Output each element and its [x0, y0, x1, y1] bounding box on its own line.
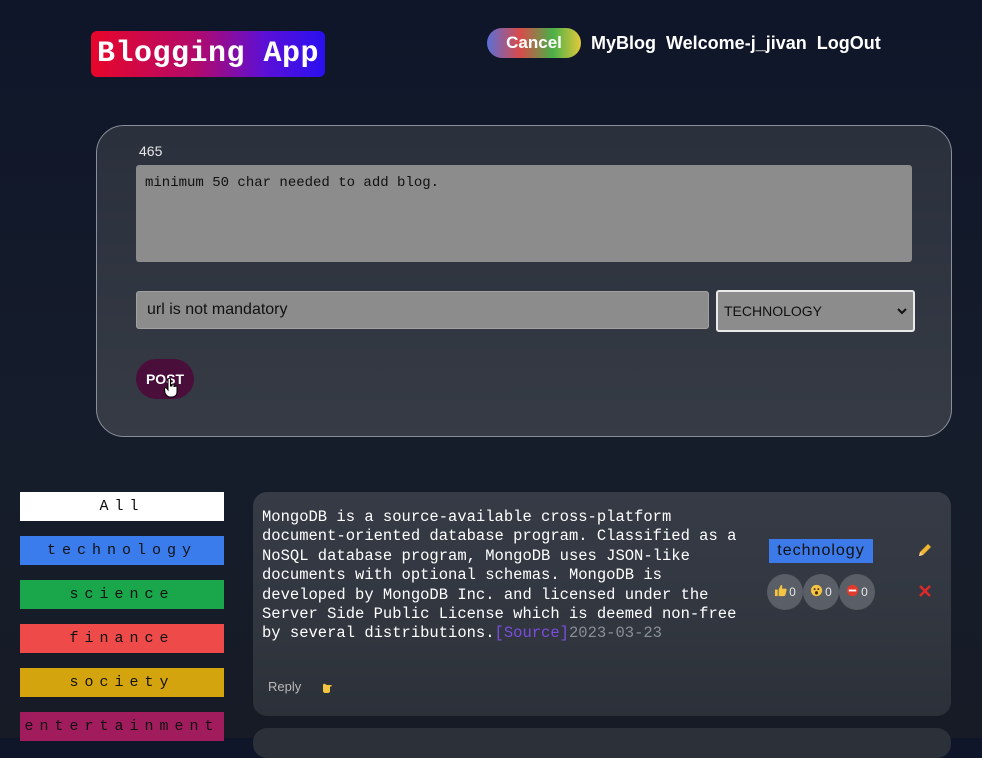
- welcome-user-label: Welcome-j_jivan: [666, 32, 807, 53]
- reaction-astonished-count: 0: [825, 585, 832, 599]
- blog-textarea[interactable]: minimum 50 char needed to add blog.: [136, 165, 912, 262]
- thumbs-up-icon: [774, 584, 787, 600]
- blog-body: MongoDB is a source-available cross-plat…: [262, 508, 742, 644]
- hand-cursor-icon: [163, 377, 178, 403]
- myblog-link[interactable]: MyBlog: [591, 33, 656, 54]
- filter-all[interactable]: All: [20, 492, 224, 521]
- reply-button[interactable]: Reply: [268, 679, 301, 694]
- filter-society[interactable]: society: [20, 668, 224, 697]
- reaction-like[interactable]: 0: [767, 574, 803, 610]
- tag-badge: technology: [769, 539, 873, 563]
- chevron-down-icon: [897, 304, 907, 318]
- blog-text: MongoDB is a source-available cross-plat…: [262, 508, 737, 643]
- reaction-astonished[interactable]: 0: [803, 574, 839, 610]
- source-link[interactable]: [Source]: [495, 624, 569, 642]
- no-entry-icon: [846, 584, 859, 600]
- category-select[interactable]: TECHNOLOGY: [716, 290, 915, 332]
- logout-link[interactable]: LogOut: [817, 33, 881, 54]
- pencil-icon[interactable]: [917, 542, 933, 563]
- top-nav: Cancel MyBlog Welcome-j_jivan LogOut: [487, 28, 891, 58]
- url-input[interactable]: url is not mandatory: [136, 291, 709, 329]
- reaction-no-entry-count: 0: [861, 585, 868, 599]
- category-filters: All technology science finance society e…: [20, 492, 224, 756]
- category-select-value: TECHNOLOGY: [724, 303, 823, 319]
- reaction-like-count: 0: [789, 585, 796, 599]
- cancel-button[interactable]: Cancel: [487, 28, 581, 58]
- next-blog-card: [253, 728, 951, 758]
- blog-card: MongoDB is a source-available cross-plat…: [253, 492, 951, 716]
- blog-date: 2023-03-23: [568, 624, 662, 643]
- reaction-no-entry[interactable]: 0: [839, 574, 875, 610]
- filter-finance[interactable]: finance: [20, 624, 224, 653]
- blog-composer: 465 minimum 50 char needed to add blog. …: [96, 125, 952, 437]
- astonished-face-icon: [810, 584, 823, 600]
- reactions: 0 0 0: [767, 574, 875, 610]
- filter-technology[interactable]: technology: [20, 536, 224, 565]
- filter-entertainment[interactable]: entertainment: [20, 712, 224, 741]
- filter-science[interactable]: science: [20, 580, 224, 609]
- char-count: 465: [139, 143, 163, 159]
- close-icon[interactable]: [918, 584, 932, 603]
- pointing-hand-icon[interactable]: [322, 681, 333, 699]
- app-logo: Blogging App: [91, 31, 325, 77]
